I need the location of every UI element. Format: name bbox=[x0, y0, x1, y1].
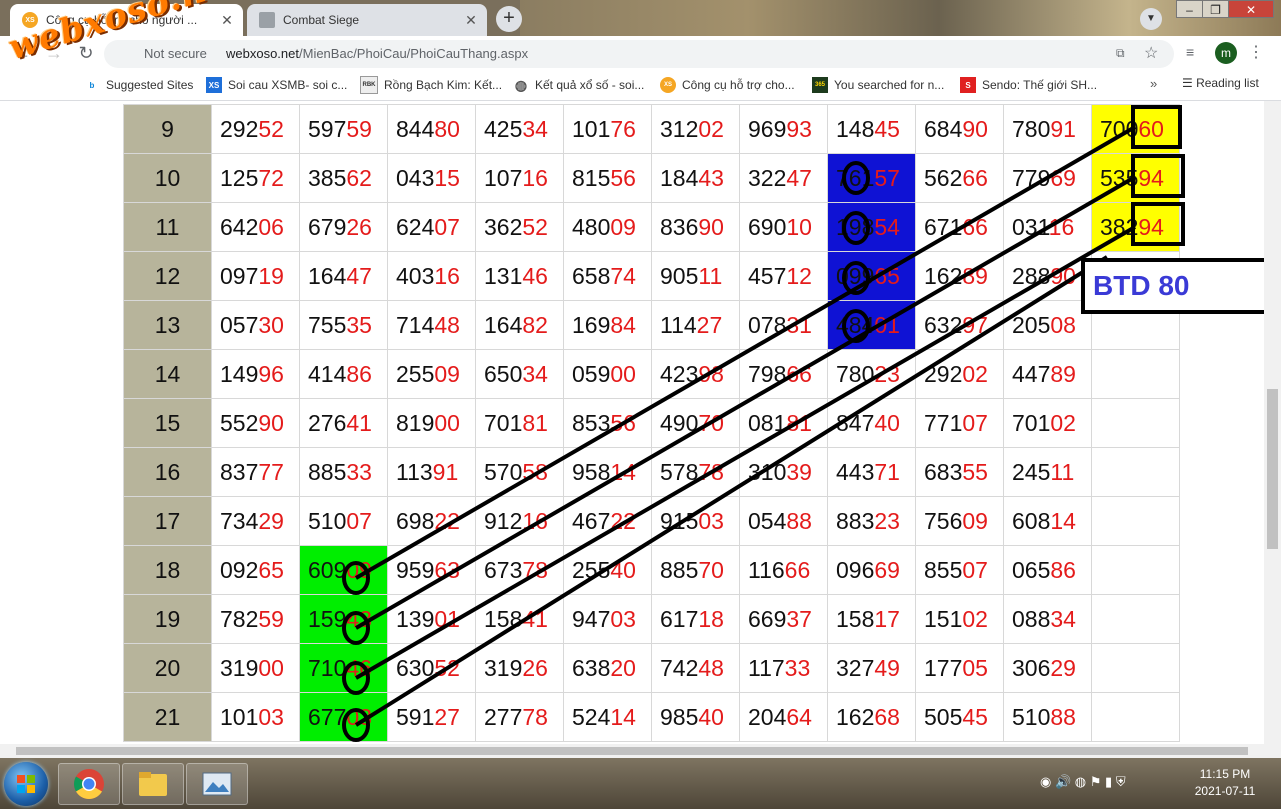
horizontal-scrollbar[interactable] bbox=[0, 744, 1281, 758]
bookmark-label: Công cụ hỗ trợ cho... bbox=[682, 78, 795, 92]
clock-date: 2021-07-11 bbox=[1194, 784, 1256, 798]
bookmark-label: You searched for n... bbox=[834, 78, 945, 92]
bookmark-item[interactable]: S Sendo: Thế giới SH... bbox=[960, 76, 1097, 94]
url-path: /MienBac/PhoiCau/PhoiCauThang.aspx bbox=[299, 46, 529, 61]
game-icon bbox=[259, 12, 275, 28]
vertical-scrollbar[interactable] bbox=[1264, 101, 1281, 744]
zalo-icon[interactable]: ◉ bbox=[1040, 774, 1051, 789]
box-mark bbox=[1131, 105, 1182, 149]
media-control-icon[interactable]: ≡ bbox=[1186, 44, 1194, 60]
more-bookmarks-icon[interactable]: » bbox=[1150, 76, 1157, 91]
close-tab-icon[interactable]: ✕ bbox=[217, 12, 237, 29]
365-icon: 365 bbox=[812, 77, 828, 93]
picture-icon bbox=[202, 772, 232, 796]
box-mark bbox=[1131, 202, 1185, 246]
flag-icon[interactable]: ⚑ bbox=[1090, 774, 1102, 789]
start-button[interactable] bbox=[4, 762, 48, 806]
taskbar-explorer[interactable] bbox=[122, 763, 184, 805]
menu-icon[interactable]: ⋮ bbox=[1248, 42, 1264, 62]
close-tab-icon[interactable]: ✕ bbox=[461, 12, 481, 29]
bookmark-label: Soi cau XSMB- soi c... bbox=[228, 78, 348, 92]
bing-icon: b bbox=[89, 80, 95, 90]
tab-combat-siege[interactable]: Combat Siege ✕ bbox=[247, 4, 487, 36]
shield-icon[interactable]: ⛨ bbox=[1116, 774, 1126, 789]
tab-title: Combat Siege bbox=[283, 13, 360, 27]
circle-mark bbox=[842, 161, 870, 195]
close-window-button[interactable]: ✕ bbox=[1228, 0, 1274, 18]
connector-line bbox=[354, 255, 1109, 727]
bookmark-item[interactable]: XS Soi cau XSMB- soi c... bbox=[206, 76, 347, 94]
bookmark-item[interactable]: 365 You searched for n... bbox=[812, 76, 944, 94]
xs-icon: XS bbox=[660, 77, 676, 93]
bookmark-label: Sendo: Thế giới SH... bbox=[982, 78, 1098, 92]
rbk-icon: RBK bbox=[360, 76, 378, 94]
scroll-thumb[interactable] bbox=[16, 747, 1248, 755]
bookmarks-bar: b Suggested Sites XS Soi cau XSMB- soi c..… bbox=[0, 70, 1281, 101]
signal-icon[interactable]: ▮ bbox=[1105, 774, 1112, 789]
bookmark-item[interactable]: ◍ Kết quả xổ số - soi... bbox=[513, 76, 645, 94]
annotation-overlay bbox=[342, 105, 1185, 742]
connector-line bbox=[354, 125, 1137, 580]
scroll-thumb[interactable] bbox=[1267, 389, 1278, 549]
btd-label: BTD 80 bbox=[1081, 258, 1264, 314]
address-bar[interactable]: Not secure webxoso.net/MienBac/PhoiCau/P… bbox=[104, 40, 1174, 68]
profile-avatar[interactable]: m bbox=[1215, 42, 1237, 64]
connector-line bbox=[354, 175, 1137, 630]
browser-toolbar: ← → ↻ Not secure webxoso.net/MienBac/Pho… bbox=[0, 36, 1281, 70]
windows-logo-icon bbox=[17, 775, 35, 793]
volume-icon[interactable]: 🔊 bbox=[1055, 774, 1071, 789]
sendo-icon: S bbox=[960, 77, 976, 93]
page-viewport: 9 29252 59759 84480 42534 10176 31202 96993 1484… bbox=[0, 101, 1264, 744]
box-mark bbox=[1131, 154, 1185, 198]
taskbar-clock[interactable]: 11:15 PM 2021-07-11 bbox=[1190, 766, 1260, 800]
reading-list-label: Reading list bbox=[1196, 76, 1259, 90]
bookmark-label: Kết quả xổ số - soi... bbox=[535, 78, 645, 92]
chrome-icon bbox=[73, 769, 104, 800]
new-tab-button[interactable]: + bbox=[496, 6, 522, 32]
bookmark-label: Rồng Bạch Kim: Kết... bbox=[384, 78, 503, 92]
minimize-button[interactable]: – bbox=[1176, 0, 1203, 18]
taskbar-photo-viewer[interactable] bbox=[186, 763, 248, 805]
bookmark-item[interactable]: b Suggested Sites bbox=[84, 76, 194, 94]
taskbar-chrome[interactable] bbox=[58, 763, 120, 805]
connector-line bbox=[354, 225, 1137, 680]
bookmark-item[interactable]: XS Công cụ hỗ trợ cho... bbox=[660, 76, 795, 94]
globe-icon: ◍ bbox=[514, 76, 528, 93]
clock-time: 11:15 PM bbox=[1199, 767, 1251, 781]
folder-icon bbox=[139, 772, 167, 796]
maximize-button[interactable]: ❐ bbox=[1202, 0, 1229, 18]
windows-taskbar: ◉ 🔊 ◍ ⚑ ▮ ⛨ 11:15 PM 2021-07-11 bbox=[0, 758, 1281, 809]
install-app-icon[interactable]: ⧉ bbox=[1116, 46, 1130, 60]
circle-mark bbox=[842, 211, 870, 245]
xs-icon: XS bbox=[206, 77, 222, 93]
url-host: webxoso.net bbox=[226, 46, 299, 61]
window-background bbox=[520, 0, 1281, 36]
reading-list-icon: ☰ bbox=[1182, 76, 1197, 90]
tab-search-icon[interactable]: ▼ bbox=[1140, 8, 1162, 30]
security-label[interactable]: Not secure bbox=[144, 46, 207, 61]
reading-list-button[interactable]: ☰ Reading list bbox=[1182, 76, 1259, 90]
network-icon[interactable]: ◍ bbox=[1075, 774, 1086, 789]
bookmark-label: Suggested Sites bbox=[106, 78, 194, 92]
bookmark-item[interactable]: RBK Rồng Bạch Kim: Kết... bbox=[360, 76, 502, 94]
system-tray[interactable]: ◉ 🔊 ◍ ⚑ ▮ ⛨ bbox=[1040, 774, 1126, 790]
bookmark-star-icon[interactable]: ☆ bbox=[1144, 43, 1158, 63]
url-text[interactable]: webxoso.net/MienBac/PhoiCau/PhoiCauThang… bbox=[226, 46, 528, 61]
